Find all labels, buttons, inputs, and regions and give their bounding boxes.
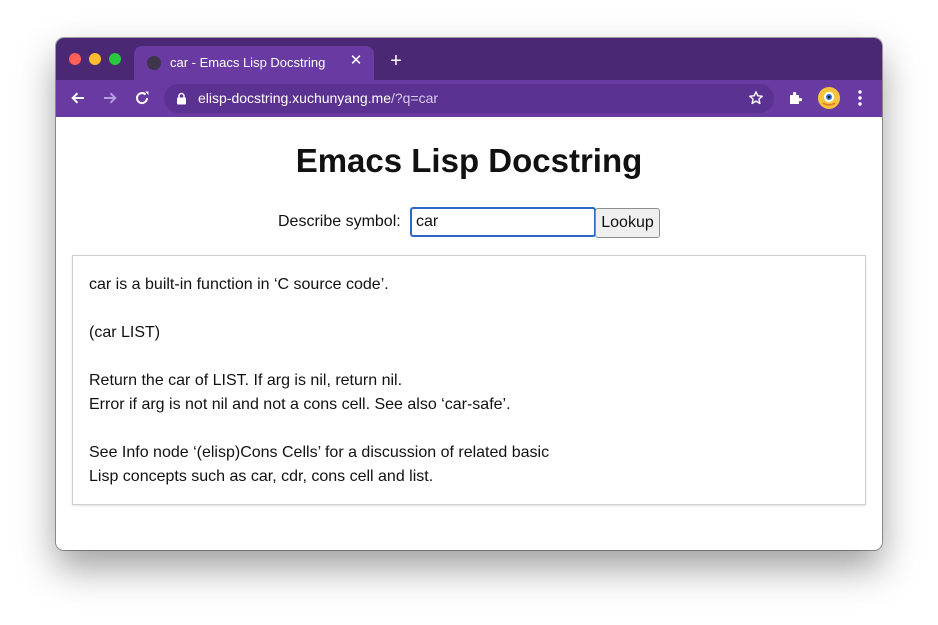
extensions-puzzle-icon[interactable] xyxy=(788,90,804,106)
url-text[interactable]: elisp-docstring.xuchunyang.me/?q=car xyxy=(198,90,438,106)
browser-window: car - Emacs Lisp Docstring ✕ + elisp-doc… xyxy=(56,38,882,550)
avatar-face-icon xyxy=(818,87,840,109)
globe-icon xyxy=(147,56,161,70)
browser-toolbar: elisp-docstring.xuchunyang.me/?q=car xyxy=(56,80,882,117)
zoom-window-button[interactable] xyxy=(109,53,121,65)
doc-line: (car LIST) xyxy=(89,324,161,341)
doc-line: Error if arg is not nil and not a cons c… xyxy=(89,396,511,413)
docstring-panel: car is a built-in function in ‘C source … xyxy=(72,255,866,505)
forward-arrow-icon[interactable] xyxy=(100,88,120,108)
lookup-button[interactable]: Lookup xyxy=(595,208,660,238)
tab-title: car - Emacs Lisp Docstring xyxy=(170,55,326,70)
address-bar[interactable]: elisp-docstring.xuchunyang.me/?q=car xyxy=(164,84,774,113)
new-tab-button[interactable]: + xyxy=(386,51,406,71)
more-menu-icon[interactable] xyxy=(854,88,866,108)
symbol-search-input[interactable] xyxy=(410,207,596,237)
doc-line: car is a built-in function in ‘C source … xyxy=(89,276,389,293)
lock-icon[interactable] xyxy=(176,92,187,105)
tab-strip: car - Emacs Lisp Docstring ✕ + xyxy=(56,38,882,80)
doc-line: Lisp concepts such as car, cdr, cons cel… xyxy=(89,468,434,485)
browser-tab-active[interactable]: car - Emacs Lisp Docstring ✕ xyxy=(134,46,374,80)
reload-icon[interactable] xyxy=(132,88,152,108)
search-label: Describe symbol: xyxy=(278,213,401,230)
close-window-button[interactable] xyxy=(69,53,81,65)
page-content: Emacs Lisp Docstring Describe symbol: Lo… xyxy=(56,117,882,550)
search-form: Describe symbol: Lookup xyxy=(56,207,882,239)
url-host: elisp-docstring.xuchunyang.me xyxy=(198,90,391,106)
back-arrow-icon[interactable] xyxy=(68,88,88,108)
profile-avatar[interactable] xyxy=(818,87,840,109)
close-tab-icon[interactable]: ✕ xyxy=(348,53,364,69)
screenshot-stage: car - Emacs Lisp Docstring ✕ + elisp-doc… xyxy=(0,0,938,625)
doc-line: See Info node ‘(elisp)Cons Cells’ for a … xyxy=(89,444,550,461)
url-path: /?q=car xyxy=(391,90,439,106)
bookmark-star-icon[interactable] xyxy=(748,90,764,106)
page-title: Emacs Lisp Docstring xyxy=(295,142,643,179)
minimize-window-button[interactable] xyxy=(89,53,101,65)
doc-line: Return the car of LIST. If arg is nil, r… xyxy=(89,372,403,389)
